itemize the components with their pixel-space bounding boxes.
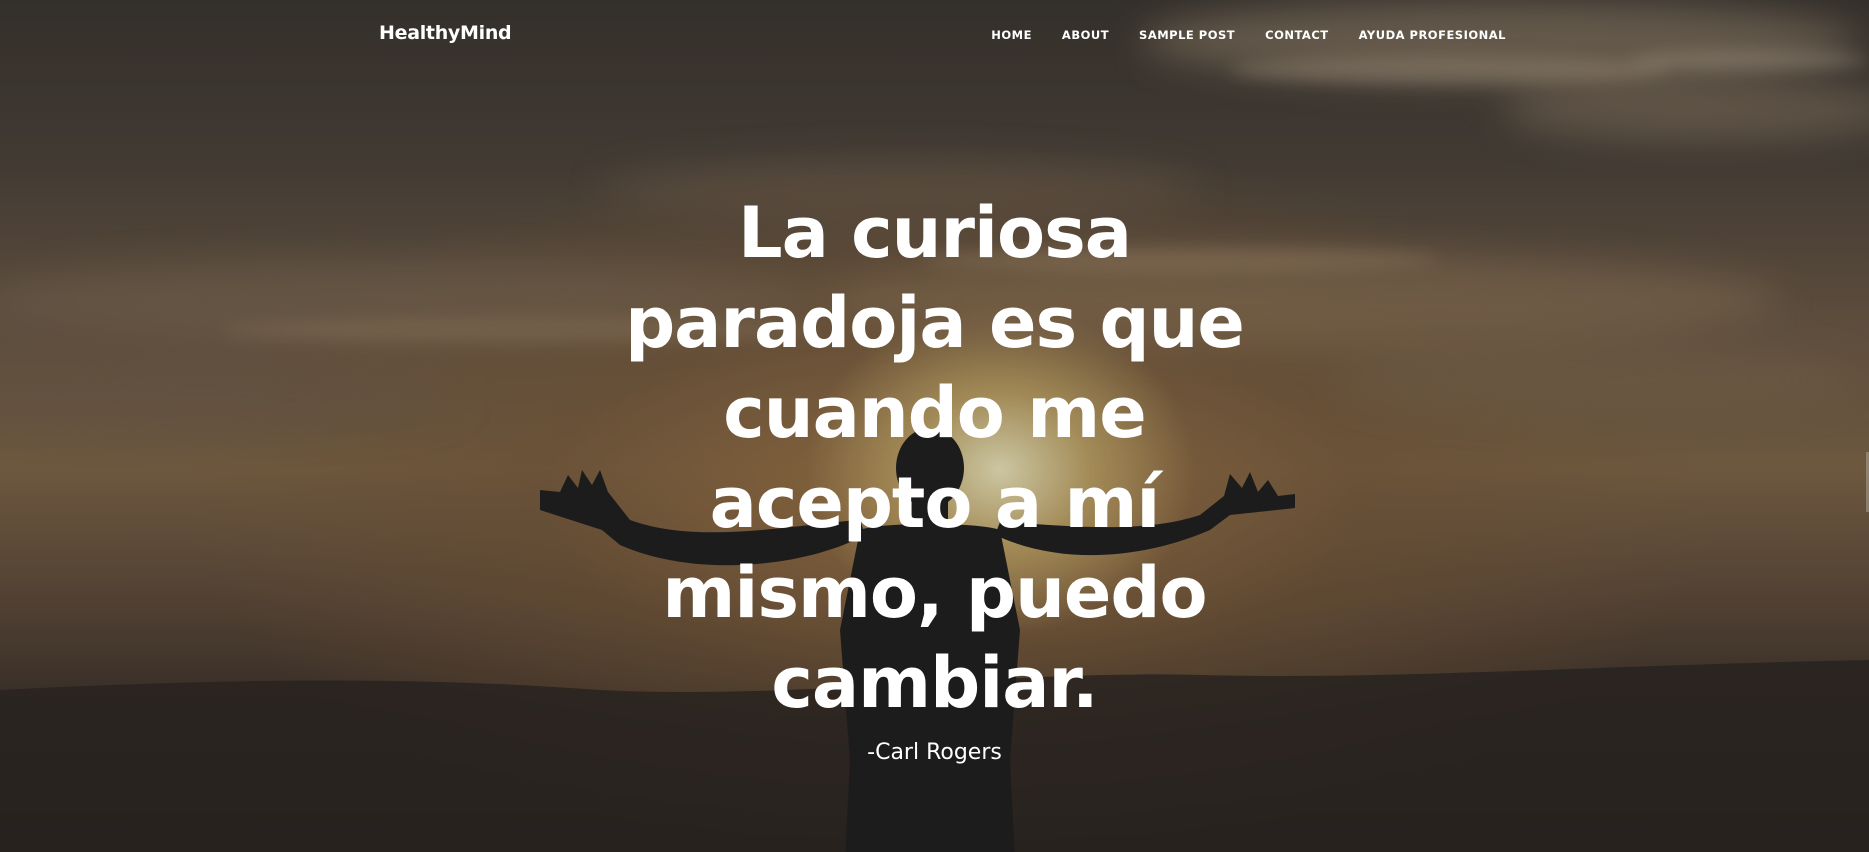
quote-author: -Carl Rogers [867, 740, 1002, 765]
hero-quote-block: La curiosa paradoja es que cuando me ace… [0, 188, 1869, 765]
hero-quote: La curiosa paradoja es que cuando me ace… [625, 192, 1245, 724]
nav-links: HOME ABOUT SAMPLE POST CONTACT AYUDA PRO… [961, 28, 1506, 42]
nav-link-home[interactable]: HOME [991, 28, 1032, 42]
hero-section: HealthyMind HOME ABOUT SAMPLE POST CONTA… [0, 0, 1869, 852]
brand-logo[interactable]: HealthyMind [379, 22, 512, 44]
nav-link-about[interactable]: ABOUT [1062, 28, 1109, 42]
top-navbar: HealthyMind HOME ABOUT SAMPLE POST CONTA… [0, 0, 1869, 70]
nav-link-ayuda-profesional[interactable]: AYUDA PROFESIONAL [1359, 28, 1506, 42]
nav-link-sample-post[interactable]: SAMPLE POST [1139, 28, 1235, 42]
nav-link-contact[interactable]: CONTACT [1265, 28, 1328, 42]
